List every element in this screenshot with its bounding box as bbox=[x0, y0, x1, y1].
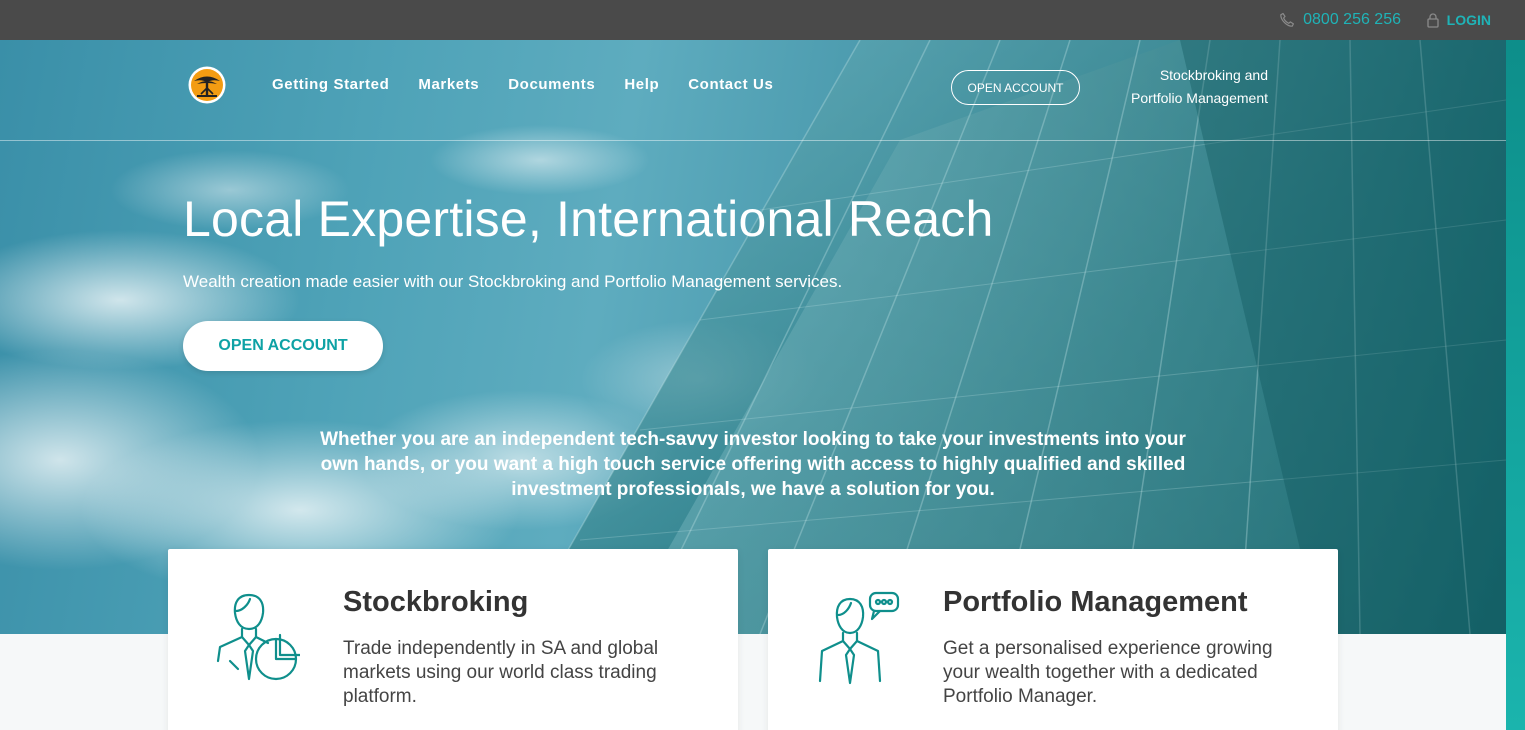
hero-open-account-button[interactable]: OPEN ACCOUNT bbox=[183, 321, 383, 371]
login-label: LOGIN bbox=[1446, 12, 1491, 28]
phone-icon bbox=[1280, 12, 1295, 27]
nav-help[interactable]: Help bbox=[624, 76, 659, 93]
phone-contact[interactable]: 0800 256 256 bbox=[1279, 11, 1401, 29]
hero-blurb: Whether you are an independent tech-savv… bbox=[320, 429, 1186, 500]
main-navigation: Getting Started Markets Documents Help C… bbox=[0, 40, 1506, 141]
portfolio-management-title: Portfolio Management bbox=[943, 586, 1248, 618]
nav-links: Getting Started Markets Documents Help C… bbox=[272, 76, 773, 93]
hero-title: Local Expertise, International Reach bbox=[183, 191, 994, 247]
hero-subtitle: Wealth creation made easier with our Sto… bbox=[183, 272, 843, 291]
investor-pie-chart-icon bbox=[216, 593, 300, 681]
stockbroking-card[interactable]: Stockbroking Trade independently in SA a… bbox=[168, 549, 738, 730]
nav-tagline-line1: Stockbroking and bbox=[1159, 67, 1268, 83]
nav-tagline-line2: Portfolio Management bbox=[1131, 90, 1268, 106]
nav-contact-us[interactable]: Contact Us bbox=[688, 76, 773, 93]
lock-icon bbox=[1427, 12, 1439, 28]
top-utility-bar: 0800 256 256 LOGIN bbox=[0, 0, 1525, 40]
nav-tagline: Stockbroking and Portfolio Management bbox=[1131, 64, 1268, 110]
portfolio-management-card[interactable]: Portfolio Management Get a personalised … bbox=[768, 549, 1338, 730]
right-edge-strip bbox=[1506, 40, 1525, 730]
nav-markets[interactable]: Markets bbox=[418, 76, 479, 93]
stockbroking-title: Stockbroking bbox=[343, 586, 529, 618]
login-link[interactable]: LOGIN bbox=[1427, 12, 1491, 28]
portfolio-management-text: Get a personalised experience growing yo… bbox=[943, 638, 1273, 707]
fnb-tree-logo-icon[interactable] bbox=[188, 66, 226, 104]
phone-number: 0800 256 256 bbox=[1303, 11, 1401, 28]
nav-documents[interactable]: Documents bbox=[508, 76, 595, 93]
nav-getting-started[interactable]: Getting Started bbox=[272, 76, 389, 93]
advisor-chat-icon bbox=[818, 591, 900, 685]
nav-open-account-button[interactable]: OPEN ACCOUNT bbox=[951, 70, 1080, 105]
stockbroking-text: Trade independently in SA and global mar… bbox=[343, 638, 659, 707]
